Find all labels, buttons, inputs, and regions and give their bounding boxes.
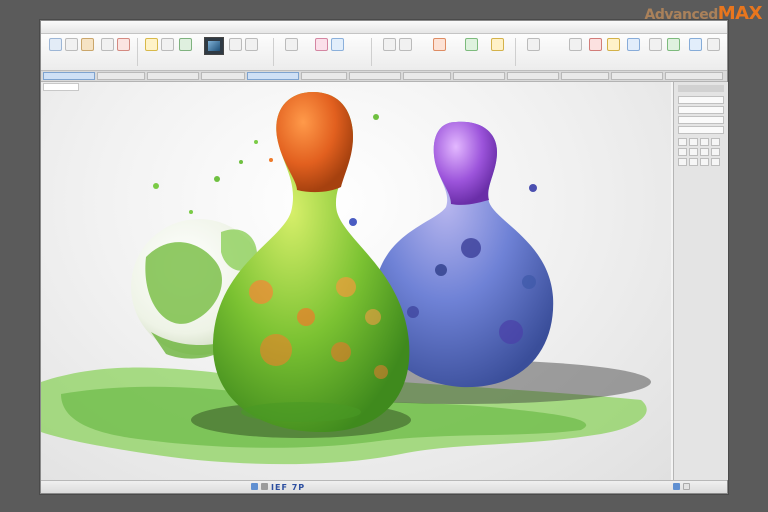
panel-cell[interactable]: [678, 148, 687, 156]
ribbon-separator: [137, 38, 138, 66]
adjust-icon[interactable]: [607, 38, 620, 51]
panel-header: [678, 85, 724, 92]
tab-paths[interactable]: [201, 72, 245, 80]
render-icon[interactable]: [229, 38, 242, 51]
layers-icon[interactable]: [145, 38, 158, 51]
ribbon-separator: [515, 38, 516, 66]
help-icon[interactable]: [707, 38, 720, 51]
color-icon[interactable]: [81, 38, 94, 51]
watermark-suffix: MAX: [717, 3, 763, 24]
zoom-icon[interactable]: [251, 483, 258, 490]
settings-icon[interactable]: [689, 38, 702, 51]
tab-actions[interactable]: [453, 72, 505, 80]
warning-icon[interactable]: [589, 38, 602, 51]
panel-cell[interactable]: [689, 138, 698, 146]
artwork-canvas[interactable]: [41, 82, 671, 480]
material-icon[interactable]: [331, 38, 344, 51]
tab-info[interactable]: [507, 72, 559, 80]
filter-icon[interactable]: [117, 38, 130, 51]
history-icon[interactable]: [649, 38, 662, 51]
texture-icon[interactable]: [245, 38, 258, 51]
mask-icon[interactable]: [569, 38, 582, 51]
app-window: IEF 7P: [40, 20, 728, 494]
ribbon-separator: [371, 38, 372, 66]
tab-brushes[interactable]: [247, 72, 299, 80]
light-icon[interactable]: [285, 38, 298, 51]
tab-styles[interactable]: [349, 72, 401, 80]
panel-cell[interactable]: [700, 158, 709, 166]
property-field[interactable]: [678, 96, 724, 104]
tab-properties[interactable]: [665, 72, 723, 80]
tab-swatches[interactable]: [301, 72, 347, 80]
camera-icon[interactable]: [315, 38, 328, 51]
property-field[interactable]: [678, 116, 724, 124]
swatch-icon[interactable]: [491, 38, 504, 51]
opacity-icon[interactable]: [465, 38, 478, 51]
fit-screen-icon[interactable]: [683, 483, 690, 490]
status-text: IEF 7P: [271, 483, 306, 492]
view-mode-icon[interactable]: [673, 483, 680, 490]
panel-cell[interactable]: [700, 138, 709, 146]
watermark-prefix: Advanced: [644, 7, 719, 23]
properties-panel: [673, 82, 728, 480]
tab-channels[interactable]: [147, 72, 199, 80]
panel-cell[interactable]: [700, 148, 709, 156]
paint-icon[interactable]: [49, 38, 62, 51]
blend-icon[interactable]: [527, 38, 540, 51]
tab-layers[interactable]: [97, 72, 145, 80]
select-icon[interactable]: [161, 38, 174, 51]
panel-cell[interactable]: [711, 148, 720, 156]
tab-document[interactable]: [43, 72, 95, 80]
navigate-icon[interactable]: [261, 483, 268, 490]
panel-cell[interactable]: [711, 138, 720, 146]
move-icon[interactable]: [399, 38, 412, 51]
property-field[interactable]: [678, 126, 724, 134]
brush-icon[interactable]: [65, 38, 78, 51]
tab-navigator[interactable]: [561, 72, 609, 80]
document-tab-bar: [41, 71, 727, 82]
artwork-illustration: [41, 92, 651, 465]
palette-icon[interactable]: [101, 38, 114, 51]
grid-icon[interactable]: [383, 38, 396, 51]
panel-cell[interactable]: [678, 158, 687, 166]
brush-size-icon[interactable]: [433, 38, 446, 51]
tab-history[interactable]: [403, 72, 451, 80]
panel-cell[interactable]: [689, 158, 698, 166]
panel-cell[interactable]: [689, 148, 698, 156]
property-field[interactable]: [678, 106, 724, 114]
ribbon-separator: [273, 38, 274, 66]
ok-icon[interactable]: [667, 38, 680, 51]
panel-cell[interactable]: [711, 158, 720, 166]
tab-color[interactable]: [611, 72, 663, 80]
ribbon-toolbar: [41, 34, 727, 71]
export-icon[interactable]: [627, 38, 640, 51]
watermark-logo: AdvancedMAX: [644, 3, 763, 24]
status-bar: IEF 7P: [41, 480, 727, 493]
preview-icon[interactable]: [204, 37, 224, 55]
title-bar: [41, 21, 727, 34]
crop-icon[interactable]: [179, 38, 192, 51]
panel-cell[interactable]: [678, 138, 687, 146]
